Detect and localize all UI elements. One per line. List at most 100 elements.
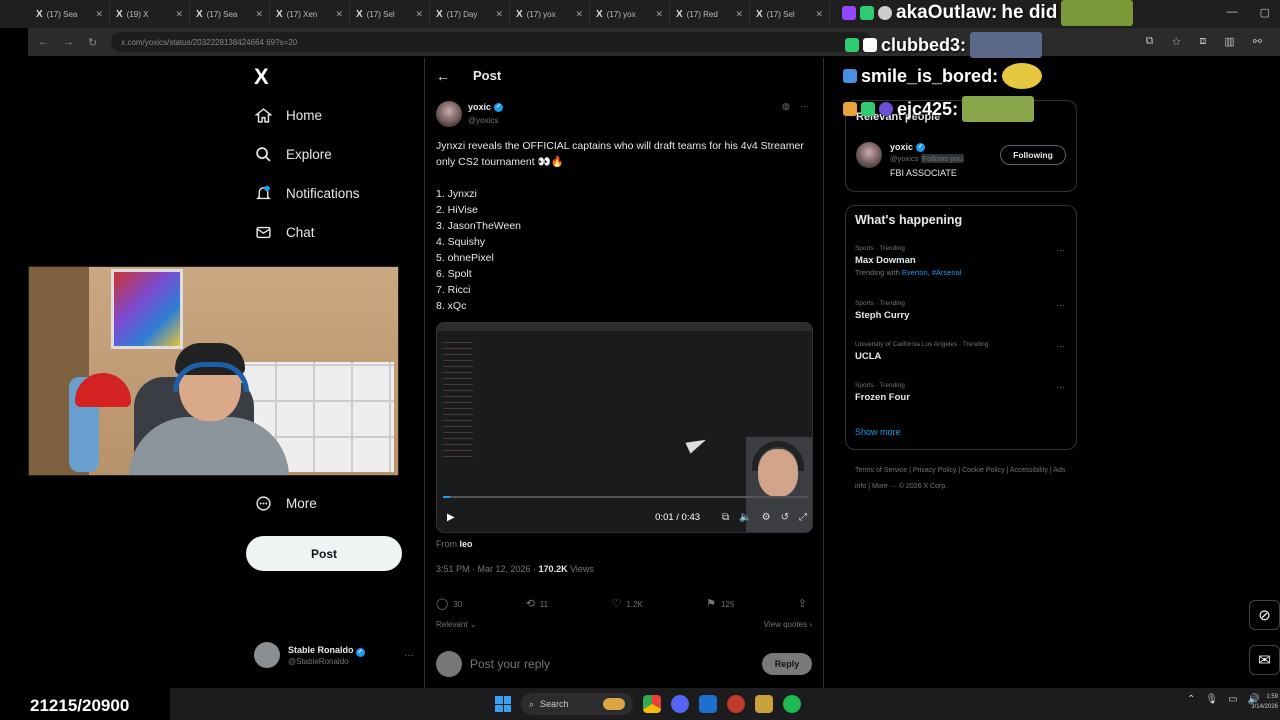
browser-tab[interactable]: X (17) Sel ✕	[350, 3, 430, 25]
url-input[interactable]: x.com/yoxics/status/2032228138424664 69?…	[111, 32, 872, 52]
microphone-icon[interactable]: 🎙	[1205, 694, 1218, 705]
ccleaner-icon[interactable]	[699, 695, 717, 713]
close-tab-icon[interactable]: ✕	[255, 9, 263, 20]
share-action[interactable]: ⇪	[798, 597, 812, 610]
bookmark-star-icon[interactable]: ☆	[1172, 35, 1182, 48]
sidebar-item-explore[interactable]: Explore	[254, 145, 332, 163]
footer-links[interactable]: Terms of Service | Privacy Policy | Cook…	[855, 463, 1075, 495]
reply-input[interactable]: Post your reply	[470, 657, 550, 671]
reply-composer: Post your reply Reply	[436, 650, 812, 678]
browser-tab[interactable]: X (19) X ✕	[110, 3, 190, 25]
sidebar-item-home[interactable]: Home	[254, 106, 322, 124]
streamer-webcam	[28, 266, 399, 476]
spotify-icon[interactable]	[783, 695, 801, 713]
maximize-icon[interactable]: ▢	[1260, 6, 1270, 19]
close-tab-icon[interactable]: ✕	[415, 9, 423, 20]
like-action[interactable]: ♡ 1.2K	[611, 597, 642, 610]
chat-message: smile_is_bored:	[843, 63, 1043, 89]
reply-button[interactable]: Reply	[762, 653, 812, 675]
view-quotes-link[interactable]: View quotes ›	[764, 620, 812, 629]
following-button[interactable]: Following	[1000, 145, 1066, 165]
windows-start-icon[interactable]	[495, 696, 511, 712]
forward-icon[interactable]: →	[63, 36, 74, 48]
taskbar-search[interactable]: ⌕ Search	[521, 693, 633, 715]
sidebar-icon[interactable]: ▥	[1224, 35, 1234, 48]
file-explorer-icon[interactable]	[755, 695, 773, 713]
list-item: 8. xQc	[436, 300, 467, 312]
browser-tab[interactable]: X (17) yox ✕	[590, 3, 670, 25]
captions-icon[interactable]: ⧉	[722, 512, 729, 523]
trend-menu-icon[interactable]: ···	[1056, 245, 1065, 255]
browser-tab[interactable]: X (17) Sea ✕	[30, 3, 110, 25]
engagement-bar: ◯ 30 ⟲ 11 ♡ 1.2K ⚑ 125 ⇪	[436, 597, 812, 610]
reload-icon[interactable]: ↻	[88, 36, 97, 49]
x-logo-icon[interactable]: X	[254, 64, 269, 90]
sort-relevant-dropdown[interactable]: Relevant ⌄	[436, 620, 477, 629]
fullscreen-icon[interactable]: ⤢	[799, 512, 807, 523]
sidebar-item-label: Explore	[286, 146, 332, 162]
sidebar-item-chat[interactable]: Chat	[254, 223, 315, 241]
obs-icon[interactable]	[727, 695, 745, 713]
volume-icon[interactable]: 🔈	[739, 512, 751, 523]
taskbar-apps: ⌕ Search	[495, 693, 801, 715]
author-name[interactable]: yoxic ✓	[468, 102, 504, 112]
install-app-icon[interactable]: ⧉	[1146, 35, 1154, 48]
close-tab-icon[interactable]: ✕	[735, 9, 743, 20]
trend-menu-icon[interactable]: ···	[1056, 382, 1065, 392]
minimize-icon[interactable]: —	[1227, 6, 1238, 19]
chrome-icon[interactable]	[643, 695, 661, 713]
repost-icon: ⟲	[525, 598, 535, 610]
close-tab-icon[interactable]: ✕	[655, 9, 663, 20]
chevron-up-icon[interactable]: ⌃	[1187, 694, 1195, 705]
bookmark-action[interactable]: ⚑ 125	[706, 597, 734, 610]
post-button[interactable]: Post	[246, 536, 402, 571]
browser-tab[interactable]: X (17) Sel ✕	[750, 3, 830, 25]
back-icon[interactable]: ←	[38, 36, 49, 48]
sidebar-item-notifications[interactable]: Notifications	[254, 184, 360, 202]
display-icon[interactable]: ▭	[1228, 694, 1237, 705]
account-switcher[interactable]: Stable Ronaldo ✓ @StableRonaldo ···	[254, 642, 414, 668]
browser-tab[interactable]: X (17) Red ✕	[670, 3, 750, 25]
play-icon[interactable]: ▶	[447, 512, 455, 523]
browser-tab[interactable]: X (17) Xen ✕	[270, 3, 350, 25]
repost-action[interactable]: ⟲ 11	[526, 597, 549, 610]
extensions-icon[interactable]: ⧈	[1199, 35, 1206, 48]
trend-item[interactable]: University of California Los Angeles · T…	[855, 341, 1065, 362]
close-tab-icon[interactable]: ✕	[495, 9, 503, 20]
close-tab-icon[interactable]: ✕	[575, 9, 583, 20]
search-icon: ⌕	[529, 698, 535, 709]
trend-menu-icon[interactable]: ···	[1056, 341, 1065, 351]
post-menu-icon[interactable]: ···	[800, 101, 809, 112]
loop-icon[interactable]: ↺	[781, 512, 789, 523]
taskbar-clock[interactable]: 1:59 3/14/2026	[1251, 692, 1278, 712]
close-tab-icon[interactable]: ✕	[175, 9, 183, 20]
trend-menu-icon[interactable]: ···	[1056, 300, 1065, 310]
discord-icon[interactable]	[671, 695, 689, 713]
video-source-user[interactable]: leo	[460, 539, 473, 549]
settings-icon[interactable]: ⚙	[762, 512, 771, 523]
sidebar-item-label: Home	[286, 107, 323, 123]
grok-button[interactable]: ⊘	[1249, 600, 1280, 630]
author-avatar[interactable]	[436, 101, 462, 127]
close-tab-icon[interactable]: ✕	[815, 9, 823, 20]
back-arrow-icon[interactable]: ←	[436, 68, 450, 84]
video-player[interactable]: ▶ 0:01 / 0:43 ⧉ 🔈 ⚙ ↺ ⤢	[436, 322, 813, 533]
close-tab-icon[interactable]: ✕	[335, 9, 343, 20]
grok-icon[interactable]: ◍	[782, 101, 790, 112]
trend-item[interactable]: Sports · Trending Steph Curry ···	[855, 300, 1065, 321]
trend-item[interactable]: Sports · Trending Frozen Four ···	[855, 382, 1065, 403]
browser-tab[interactable]: X (17) yox ✕	[510, 3, 590, 25]
messages-button[interactable]: ✉	[1249, 645, 1280, 675]
video-progress-bar[interactable]	[443, 496, 808, 498]
profile-icon[interactable]: ⚯	[1253, 35, 1262, 48]
browser-tab[interactable]: X (17) Sea ✕	[190, 3, 270, 25]
close-tab-icon[interactable]: ✕	[95, 9, 103, 20]
reply-action[interactable]: ◯ 30	[436, 597, 462, 610]
post-timestamp: 3:51 PM · Mar 12, 2026 · 170.2K Views	[436, 564, 594, 574]
browser-tab[interactable]: X (17) Day ✕	[430, 3, 510, 25]
show-more-link[interactable]: Show more	[855, 427, 901, 437]
trend-item[interactable]: Sports · Trending Max Dowman Trending wi…	[855, 245, 1065, 277]
sidebar-item-more[interactable]: More	[254, 494, 317, 512]
ellipsis-icon[interactable]: ···	[404, 650, 414, 661]
author-handle[interactable]: @yoxics	[468, 116, 498, 125]
